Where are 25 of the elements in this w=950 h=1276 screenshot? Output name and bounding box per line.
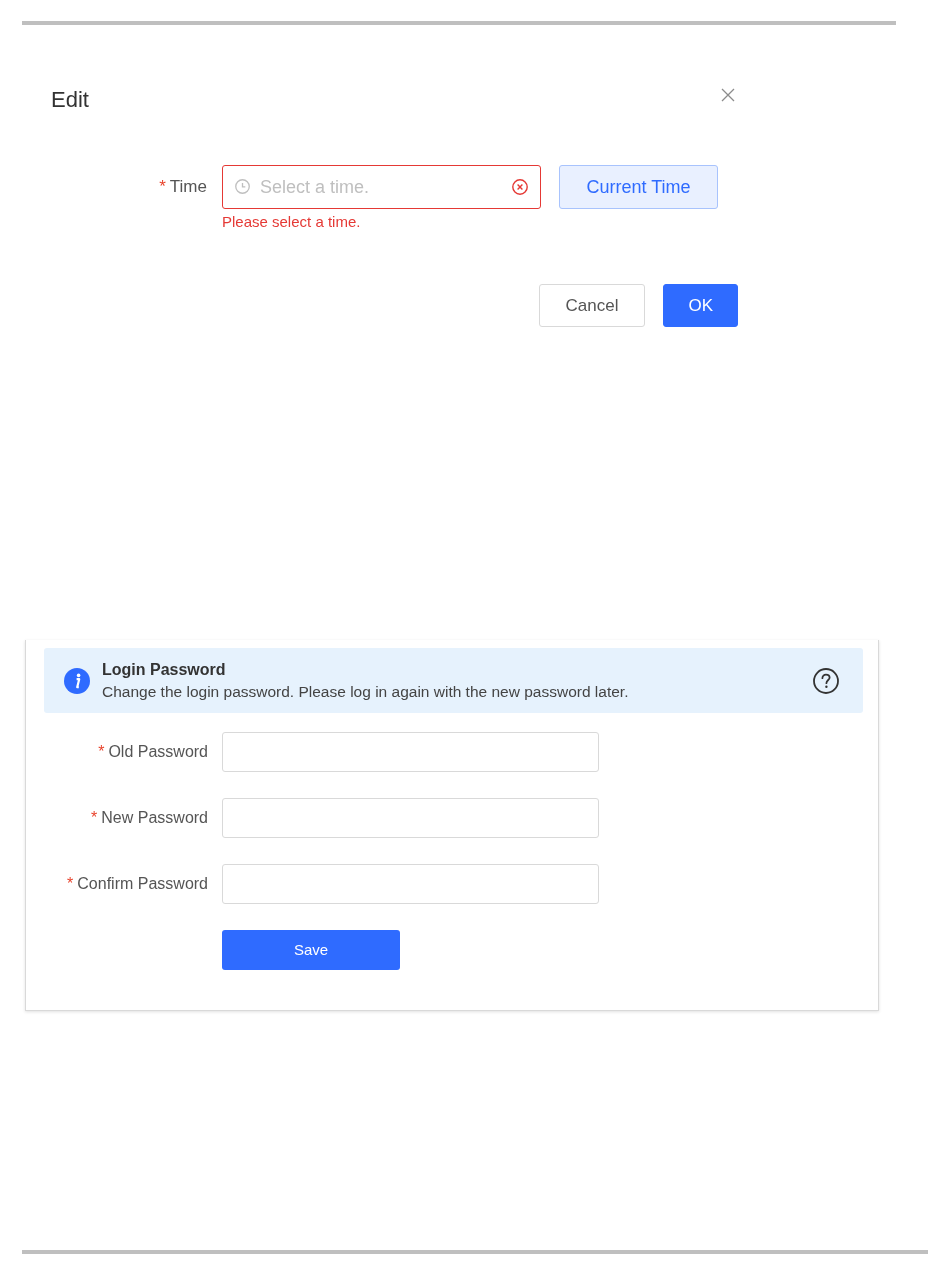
required-mark: * — [159, 176, 166, 199]
current-time-button[interactable]: Current Time — [559, 165, 718, 209]
clear-icon[interactable] — [512, 179, 528, 195]
dialog-title: Edit — [51, 88, 89, 112]
error-message: Please select a time. — [222, 213, 361, 230]
field-label: Confirm Password — [77, 874, 208, 894]
help-icon[interactable] — [813, 667, 839, 694]
field-label: Old Password — [108, 742, 208, 762]
notice-text: Change the login password. Please log in again with the new password later. — [102, 683, 629, 701]
close-icon[interactable] — [721, 88, 735, 102]
field-label: New Password — [101, 808, 208, 828]
password-field[interactable] — [222, 798, 599, 838]
required-mark: * — [67, 874, 74, 894]
info-icon — [64, 667, 90, 694]
password-field[interactable] — [222, 732, 599, 772]
save-button[interactable]: Save — [222, 930, 400, 970]
cancel-button[interactable]: Cancel — [538, 284, 646, 327]
password-field[interactable] — [222, 864, 599, 904]
field-label: Time — [169, 176, 207, 199]
ok-button[interactable]: OK — [663, 284, 738, 327]
required-mark: * — [98, 742, 105, 762]
clock-icon — [235, 179, 250, 194]
required-mark: * — [91, 808, 98, 828]
notice-title: Login Password — [102, 660, 226, 680]
time-field[interactable]: Select a time. — [222, 165, 541, 209]
